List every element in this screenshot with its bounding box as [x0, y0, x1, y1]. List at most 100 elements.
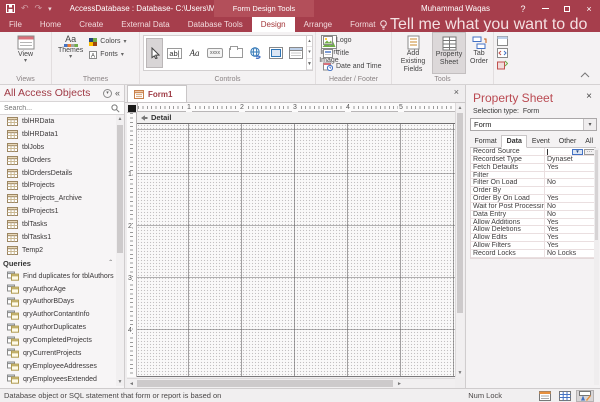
section-collapse-icon[interactable] [140, 114, 148, 122]
scroll-left-icon[interactable]: ◄ [127, 379, 136, 388]
nav-query-item[interactable]: qryAuthorAge [0, 283, 116, 296]
nav-table-item[interactable]: tblHRData1 [0, 128, 116, 141]
value-dropdown-button[interactable]: ▼ [572, 149, 583, 155]
nav-table-item[interactable]: tblTasks [0, 218, 116, 231]
scroll-down-icon[interactable]: ▼ [116, 378, 124, 386]
close-button[interactable]: × [578, 0, 600, 17]
nav-scrollbar[interactable]: ▲ ▼ [116, 115, 124, 386]
form-view-button[interactable] [536, 390, 554, 402]
property-row[interactable]: Allow Additions Yes ▼ … [471, 219, 596, 227]
ribbon-tab[interactable]: Home [31, 17, 70, 32]
redo-icon[interactable]: ↷ [35, 3, 43, 14]
property-row[interactable]: Fetch Defaults Yes ▼ … [471, 164, 596, 172]
property-tab[interactable]: Other [554, 135, 581, 147]
tell-me-box[interactable]: Tell me what you want to do [372, 16, 595, 34]
themes-button[interactable]: Aa Themes ▾ [55, 32, 86, 74]
ribbon-tab[interactable]: External Data [112, 17, 178, 32]
nav-query-item[interactable]: qryCurrentProjects [0, 347, 116, 360]
ribbon-tab[interactable]: Design [252, 17, 295, 32]
form-select-all-button[interactable] [128, 105, 136, 112]
nav-scroll-thumb[interactable] [117, 125, 123, 253]
property-row[interactable]: Record Source ▼ … [471, 148, 596, 156]
gallery-down-icon[interactable]: ▾ [307, 47, 312, 58]
property-sheet-button[interactable]: Property Sheet [432, 32, 466, 74]
nav-query-item[interactable]: qryAuthorContantInfo [0, 308, 116, 321]
property-row[interactable]: Order By ▼ … [471, 187, 596, 195]
document-tab-form1[interactable]: Form1 [127, 85, 187, 102]
scroll-down-icon[interactable]: ▼ [456, 368, 464, 377]
property-tab[interactable]: All [581, 135, 598, 147]
search-input[interactable] [4, 105, 111, 112]
collapse-ribbon-icon[interactable] [580, 72, 590, 78]
nav-group-queries[interactable]: Queries ˆ [0, 257, 116, 270]
view-button[interactable]: View ▾ [14, 32, 38, 74]
property-row[interactable]: Allow Deletions Yes ▼ … [471, 226, 596, 234]
design-view-button[interactable] [576, 390, 594, 402]
document-vertical-scrollbar[interactable]: ▲ ▼ [455, 103, 464, 377]
nav-table-item[interactable]: Temp2 [0, 244, 116, 257]
nav-query-item[interactable]: qryAuthorBDays [0, 295, 116, 308]
combo-dropdown-icon[interactable]: ▾ [583, 119, 596, 130]
collapse-group-icon[interactable]: ˆ [109, 259, 112, 268]
date-time-button[interactable]: Date and Time [320, 60, 391, 73]
ribbon-tab[interactable]: File [0, 17, 31, 32]
logo-button[interactable]: Logo [320, 34, 391, 47]
property-scrollbar[interactable] [594, 148, 599, 385]
object-selector-combo[interactable]: Form ▾ [470, 118, 597, 131]
property-row[interactable]: Data Entry No ▼ … [471, 211, 596, 219]
nav-table-item[interactable]: tblOrdersDetails [0, 167, 116, 180]
nav-menu-icon[interactable]: ▾ [103, 89, 112, 98]
form-design-grid[interactable] [137, 124, 455, 377]
property-row[interactable]: Order By On Load Yes ▼ … [471, 195, 596, 203]
nav-table-item[interactable]: tblProjects [0, 179, 116, 192]
help-button[interactable]: ? [512, 0, 534, 17]
tab-control-button[interactable] [227, 38, 244, 68]
property-tab[interactable]: Data [501, 135, 527, 148]
scroll-right-icon[interactable]: ► [395, 379, 404, 388]
property-row[interactable]: Filter On Load No ▼ … [471, 179, 596, 187]
nav-query-item[interactable]: qryAuthorDuplicates [0, 321, 116, 334]
minimize-button[interactable] [534, 0, 556, 17]
ribbon-tab[interactable]: Create [70, 17, 112, 32]
nav-table-item[interactable]: tblProjects_Archive [0, 192, 116, 205]
nav-table-item[interactable]: tblOrders [0, 154, 116, 167]
add-existing-fields-button[interactable]: Add Existing Fields [394, 32, 432, 74]
nav-query-item[interactable]: qryEmployeesExtended [0, 373, 116, 386]
account-name[interactable]: Muhammad Waqas [421, 4, 490, 13]
button-control-button[interactable]: xxxx [206, 38, 224, 68]
nav-query-item[interactable]: qryCompletedProjects [0, 334, 116, 347]
nav-table-item[interactable]: tblTasks1 [0, 231, 116, 244]
undo-icon[interactable]: ↶ [21, 3, 29, 14]
fonts-button[interactable]: A Fonts▾ [86, 48, 129, 61]
save-icon[interactable] [6, 4, 15, 13]
property-row[interactable]: Allow Edits Yes ▼ … [471, 234, 596, 242]
qat-dropdown-icon[interactable]: ▾ [48, 5, 52, 13]
property-tab[interactable]: Event [527, 135, 554, 147]
property-tab[interactable]: Format [470, 135, 501, 147]
gallery-more-icon[interactable]: ▼ [307, 59, 312, 70]
ribbon-tab[interactable]: Arrange [295, 17, 341, 32]
label-control-button[interactable]: Aa [186, 38, 203, 68]
nav-table-item[interactable]: tblProjects1 [0, 205, 116, 218]
property-row[interactable]: Record Locks No Locks ▼ … [471, 250, 596, 258]
document-horizontal-scrollbar[interactable]: ◄ ► [127, 378, 455, 388]
hyperlink-control-button[interactable] [247, 38, 264, 68]
datasheet-view-button[interactable] [556, 390, 574, 402]
scroll-thumb[interactable] [457, 113, 463, 313]
gallery-up-icon[interactable]: ▴ [307, 36, 312, 47]
convert-macros-icon[interactable] [497, 60, 508, 70]
nav-query-item[interactable]: qryEmployeeAddresses [0, 360, 116, 373]
textbox-control-button[interactable]: ab| [166, 38, 183, 68]
subform-new-window-icon[interactable] [497, 36, 508, 46]
detail-section-bar[interactable]: Detail [137, 112, 455, 124]
property-row[interactable]: Filter ▼ … [471, 172, 596, 180]
scroll-up-icon[interactable]: ▲ [116, 115, 124, 123]
navigation-control-button[interactable] [287, 38, 304, 68]
scroll-thumb[interactable] [137, 380, 393, 387]
web-browser-control-button[interactable] [267, 38, 284, 68]
property-row[interactable]: Wait for Post Processing No ▼ … [471, 203, 596, 211]
view-code-icon[interactable] [497, 48, 508, 58]
property-row[interactable]: Recordset Type Dynaset ▼ … [471, 156, 596, 164]
search-icon[interactable] [111, 104, 120, 113]
maximize-button[interactable] [556, 0, 578, 17]
